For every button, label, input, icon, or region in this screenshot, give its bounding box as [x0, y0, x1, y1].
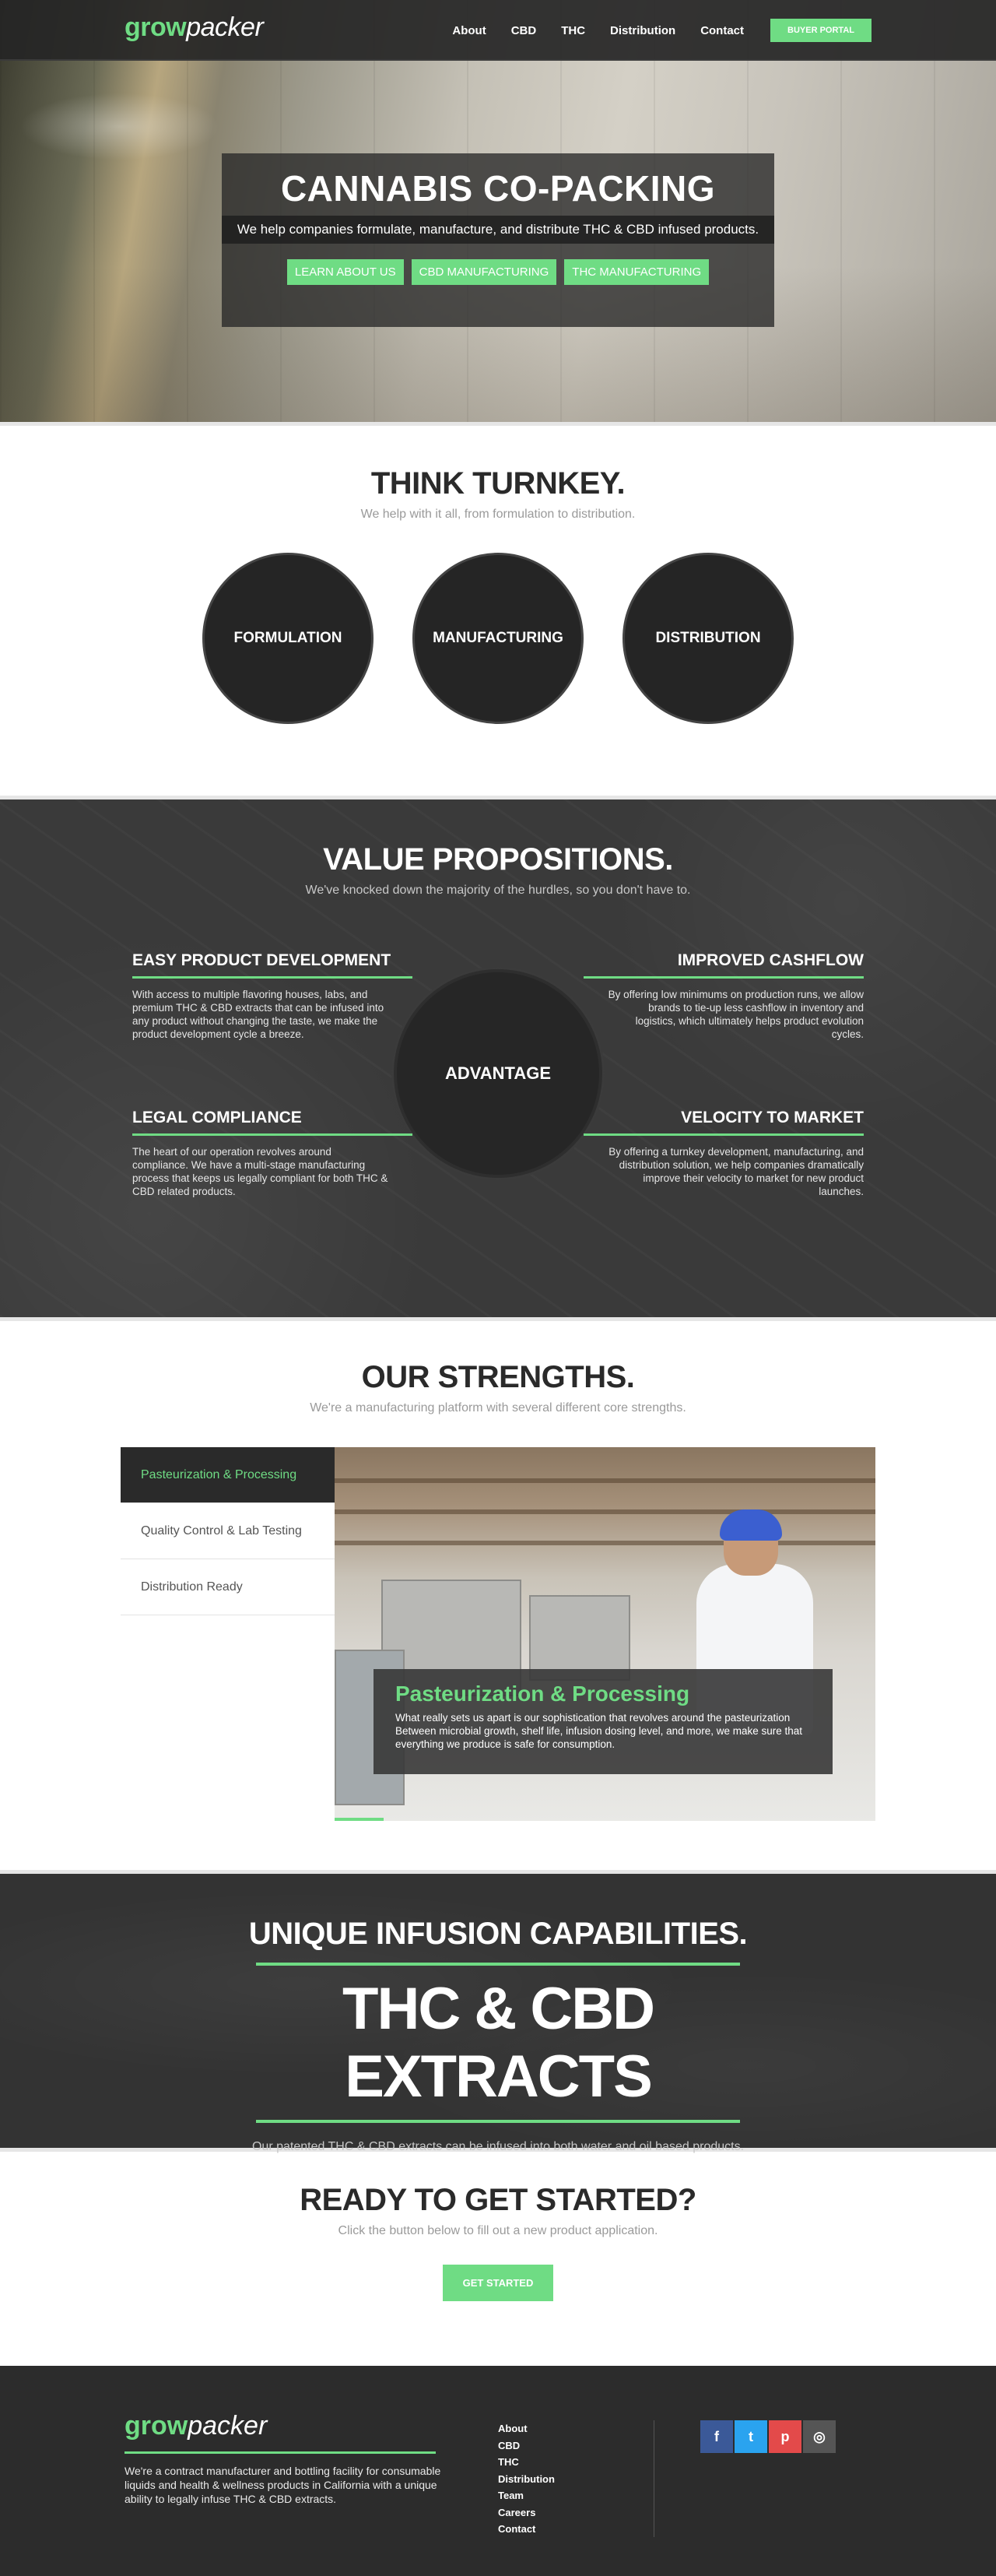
manufacturing-circle[interactable]: MANUFACTURING [412, 553, 584, 724]
learn-about-us-button[interactable]: LEARN ABOUT US [286, 259, 404, 285]
logo-packer: packer [186, 12, 264, 42]
site-footer: growpacker We're a contract manufacturer… [0, 2366, 996, 2576]
turnkey-circles: FORMULATION MANUFACTURING DISTRIBUTION [0, 553, 996, 724]
turnkey-subtitle: We help with it all, from formulation to… [360, 508, 636, 521]
slide-progress-bar [335, 1818, 384, 1821]
strengths-section: OUR STRENGTHS. We're a manufacturing pla… [0, 1317, 996, 1870]
footer-links: About CBD THC Distribution Team Careers … [498, 2420, 555, 2538]
turnkey-section: THINK TURNKEY. We help with it all, from… [0, 422, 996, 796]
cbd-manufacturing-button[interactable]: CBD MANUFACTURING [411, 259, 557, 285]
value-improved-cashflow: IMPROVED CASHFLOW By offering low minimu… [584, 951, 864, 1041]
hero-title: CANNABIS CO-PACKING [280, 168, 716, 209]
facebook-icon[interactable]: f [700, 2420, 733, 2453]
footer-link-team[interactable]: Team [498, 2487, 555, 2504]
advantage-circle: ADVANTAGE [394, 969, 602, 1178]
tab-pasteurization[interactable]: Pasteurization & Processing [121, 1447, 335, 1503]
footer-link-thc[interactable]: THC [498, 2454, 555, 2471]
formulation-circle[interactable]: FORMULATION [202, 553, 374, 724]
value-title: EASY PRODUCT DEVELOPMENT [132, 951, 412, 979]
distribution-circle[interactable]: DISTRIBUTION [622, 553, 794, 724]
instagram-icon[interactable]: ◎ [803, 2420, 836, 2453]
values-subtitle: We've knocked down the majority of the h… [305, 884, 691, 897]
footer-logo[interactable]: growpacker [124, 2411, 267, 2441]
strengths-tabs: Pasteurization & Processing Quality Cont… [121, 1447, 335, 1615]
value-title: IMPROVED CASHFLOW [584, 951, 864, 979]
caption-text: What really sets us apart is our sophist… [395, 1712, 803, 1750]
hero-box: CANNABIS CO-PACKING We help companies fo… [222, 153, 774, 327]
nav-cbd[interactable]: CBD [511, 24, 537, 37]
hero-buttons: LEARN ABOUT US CBD MANUFACTURING THC MAN… [222, 259, 774, 285]
extracts-headline: THC & CBD EXTRACTS [256, 1963, 740, 2123]
footer-link-careers[interactable]: Careers [498, 2504, 555, 2522]
slide-caption: Pasteurization & Processing What really … [374, 1669, 833, 1774]
hero-subtitle: We help companies formulate, manufacture… [222, 216, 774, 244]
buyer-portal-button[interactable]: BUYER PORTAL [770, 19, 872, 42]
footer-link-contact[interactable]: Contact [498, 2521, 555, 2538]
ready-subtitle: Click the button below to fill out a new… [338, 2224, 658, 2237]
twitter-icon[interactable]: t [735, 2420, 767, 2453]
nav-thc[interactable]: THC [561, 24, 585, 37]
ready-title: READY TO GET STARTED? [300, 2183, 696, 2217]
footer-logo-grow: grow [124, 2411, 188, 2441]
social-icons: f t p ◎ [700, 2420, 836, 2453]
infusion-subtitle: Our patented THC & CBD extracts can be i… [251, 2140, 745, 2153]
thc-manufacturing-button[interactable]: THC MANUFACTURING [564, 259, 710, 285]
infusion-section: UNIQUE INFUSION CAPABILITIES. THC & CBD … [0, 1870, 996, 2153]
main-nav: About CBD THC Distribution Contact BUYER… [427, 19, 872, 42]
nav-contact[interactable]: Contact [700, 24, 744, 37]
pinterest-icon[interactable]: p [769, 2420, 801, 2453]
caption-title: Pasteurization & Processing [395, 1682, 690, 1706]
site-logo[interactable]: growpacker [124, 12, 264, 43]
site-header: growpacker About CBD THC Distribution Co… [0, 0, 996, 61]
footer-link-distribution[interactable]: Distribution [498, 2471, 555, 2488]
value-text: With access to multiple flavoring houses… [132, 989, 384, 1040]
value-title: LEGAL COMPLIANCE [132, 1109, 412, 1136]
footer-link-about[interactable]: About [498, 2420, 555, 2437]
value-velocity-to-market: VELOCITY TO MARKET By offering a turnkey… [584, 1109, 864, 1198]
value-text: The heart of our operation revolves arou… [132, 1146, 388, 1197]
tab-quality-control[interactable]: Quality Control & Lab Testing [121, 1503, 335, 1559]
value-text: By offering a turnkey development, manuf… [608, 1146, 864, 1197]
logo-grow: grow [124, 12, 187, 42]
strengths-subtitle: We're a manufacturing platform with seve… [310, 1401, 686, 1415]
footer-logo-packer: packer [188, 2411, 268, 2441]
values-title: VALUE PROPOSITIONS. [323, 842, 673, 877]
tab-distribution-ready[interactable]: Distribution Ready [121, 1559, 335, 1615]
footer-rule [124, 2451, 436, 2454]
footer-description: We're a contract manufacturer and bottli… [124, 2465, 441, 2505]
hero-section: CANNABIS CO-PACKING We help companies fo… [0, 0, 996, 422]
factory-photo: Pasteurization & Processing What really … [335, 1447, 875, 1821]
value-legal-compliance: LEGAL COMPLIANCE The heart of our operat… [132, 1109, 412, 1198]
value-propositions-section: VALUE PROPOSITIONS. We've knocked down t… [0, 796, 996, 1317]
footer-link-cbd[interactable]: CBD [498, 2437, 555, 2455]
strengths-title: OUR STRENGTHS. [361, 1360, 635, 1394]
get-started-button[interactable]: GET STARTED [442, 2265, 554, 2301]
value-title: VELOCITY TO MARKET [584, 1109, 864, 1136]
infusion-title: UNIQUE INFUSION CAPABILITIES. [248, 1917, 748, 1951]
nav-distribution[interactable]: Distribution [610, 24, 675, 37]
value-easy-product-development: EASY PRODUCT DEVELOPMENT With access to … [132, 951, 412, 1041]
turnkey-title: THINK TURNKEY. [370, 466, 626, 501]
ready-section: READY TO GET STARTED? Click the button b… [0, 2148, 996, 2366]
nav-about[interactable]: About [452, 24, 486, 37]
value-text: By offering low minimums on production r… [608, 989, 864, 1040]
